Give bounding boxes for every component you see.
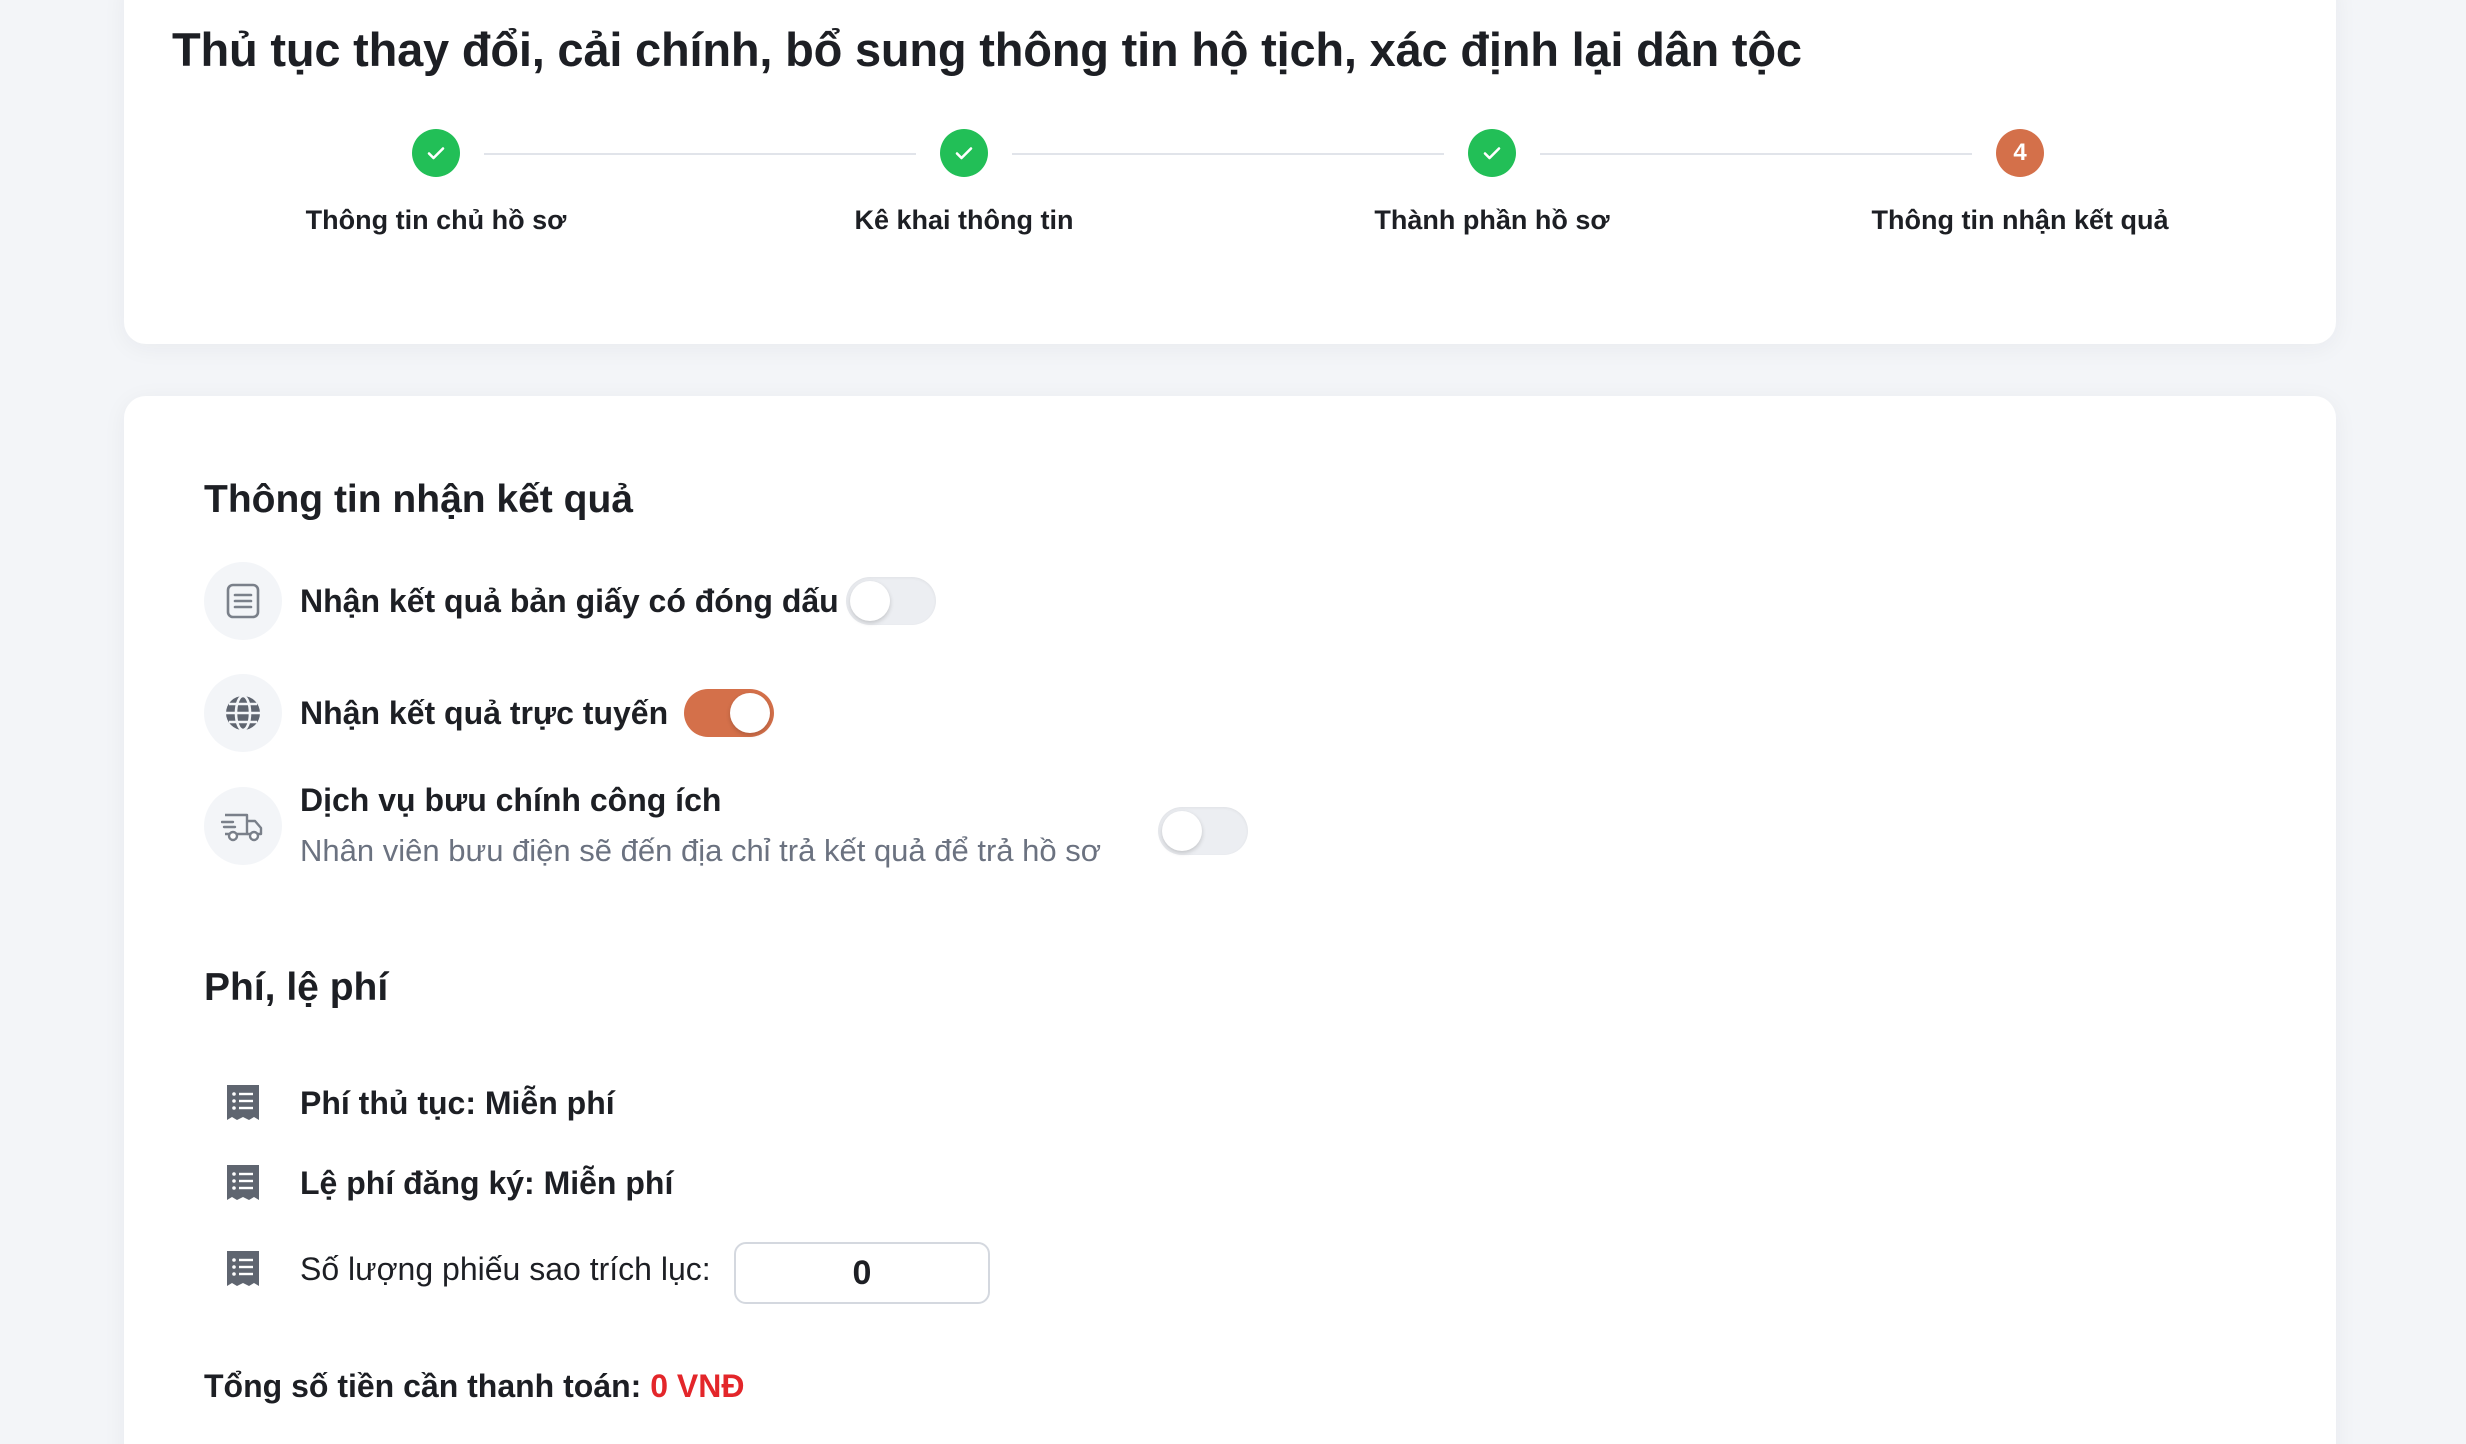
main-card: Thông tin nhận kết quả Nhận kết quả bản …: [124, 396, 2336, 1444]
section-title-fees: Phí, lệ phí: [204, 966, 389, 1009]
step-declare-info[interactable]: Kê khai thông tin: [754, 129, 1174, 236]
delivery-truck-icon: [204, 786, 282, 865]
option-postal-service: Dịch vụ bưu chính công ích Nhân viên bưu…: [204, 782, 1101, 869]
fee-label: Số lượng phiếu sao trích lục:: [300, 1250, 711, 1287]
total-amount: 0 VNĐ: [650, 1368, 745, 1404]
document-icon: [204, 562, 282, 640]
option-label: Nhận kết quả bản giấy có đóng dấu: [300, 582, 839, 619]
fee-label: Phí thủ tục: Miễn phí: [300, 1084, 615, 1121]
receipt-icon: [222, 1082, 264, 1124]
receipt-icon: [222, 1248, 264, 1290]
toggle-postal-service[interactable]: [1158, 807, 1248, 855]
step-documents[interactable]: Thành phần hồ sơ: [1282, 129, 1702, 236]
receipt-icon: [222, 1162, 264, 1204]
toggle-online-result[interactable]: [684, 689, 774, 737]
toggle-paper-result[interactable]: [846, 577, 936, 625]
globe-icon: [204, 674, 282, 752]
total-payment: Tổng số tiền cần thanh toán: 0 VNĐ: [204, 1368, 744, 1405]
fee-item-registration: Lệ phí đăng ký: Miễn phí: [222, 1162, 673, 1204]
step-label: Thành phần hồ sơ: [1374, 205, 1610, 235]
fee-item-copies: Số lượng phiếu sao trích lục:: [222, 1248, 711, 1290]
total-label: Tổng số tiền cần thanh toán:: [204, 1368, 642, 1404]
step-receive-result[interactable]: 4 Thông tin nhận kết quả: [1810, 129, 2230, 236]
header-card: Thủ tục thay đổi, cải chính, bổ sung thô…: [124, 0, 2336, 344]
option-online-result: Nhận kết quả trực tuyến: [204, 674, 668, 752]
section-title-receive: Thông tin nhận kết quả: [204, 478, 633, 521]
step-owner-info[interactable]: Thông tin chủ hồ sơ: [226, 129, 646, 236]
option-paper-result: Nhận kết quả bản giấy có đóng dấu: [204, 562, 839, 640]
fee-label: Lệ phí đăng ký: Miễn phí: [300, 1164, 674, 1201]
check-icon: [1468, 129, 1516, 177]
check-icon: [412, 129, 460, 177]
step-label: Kê khai thông tin: [854, 205, 1074, 235]
copies-quantity-input[interactable]: [734, 1242, 990, 1304]
step-label: Thông tin chủ hồ sơ: [305, 205, 567, 235]
check-icon: [940, 129, 988, 177]
step-number: 4: [1996, 129, 2044, 177]
fee-item-procedure: Phí thủ tục: Miễn phí: [222, 1082, 615, 1124]
step-label: Thông tin nhận kết quả: [1871, 205, 2169, 235]
progress-stepper: Thông tin chủ hồ sơ Kê khai thông tin Th…: [124, 0, 2336, 344]
option-label: Nhận kết quả trực tuyến: [300, 694, 669, 731]
option-sublabel: Nhân viên bưu điện sẽ đến địa chỉ trả kế…: [300, 833, 1102, 868]
option-label: Dịch vụ bưu chính công ích: [300, 782, 722, 818]
